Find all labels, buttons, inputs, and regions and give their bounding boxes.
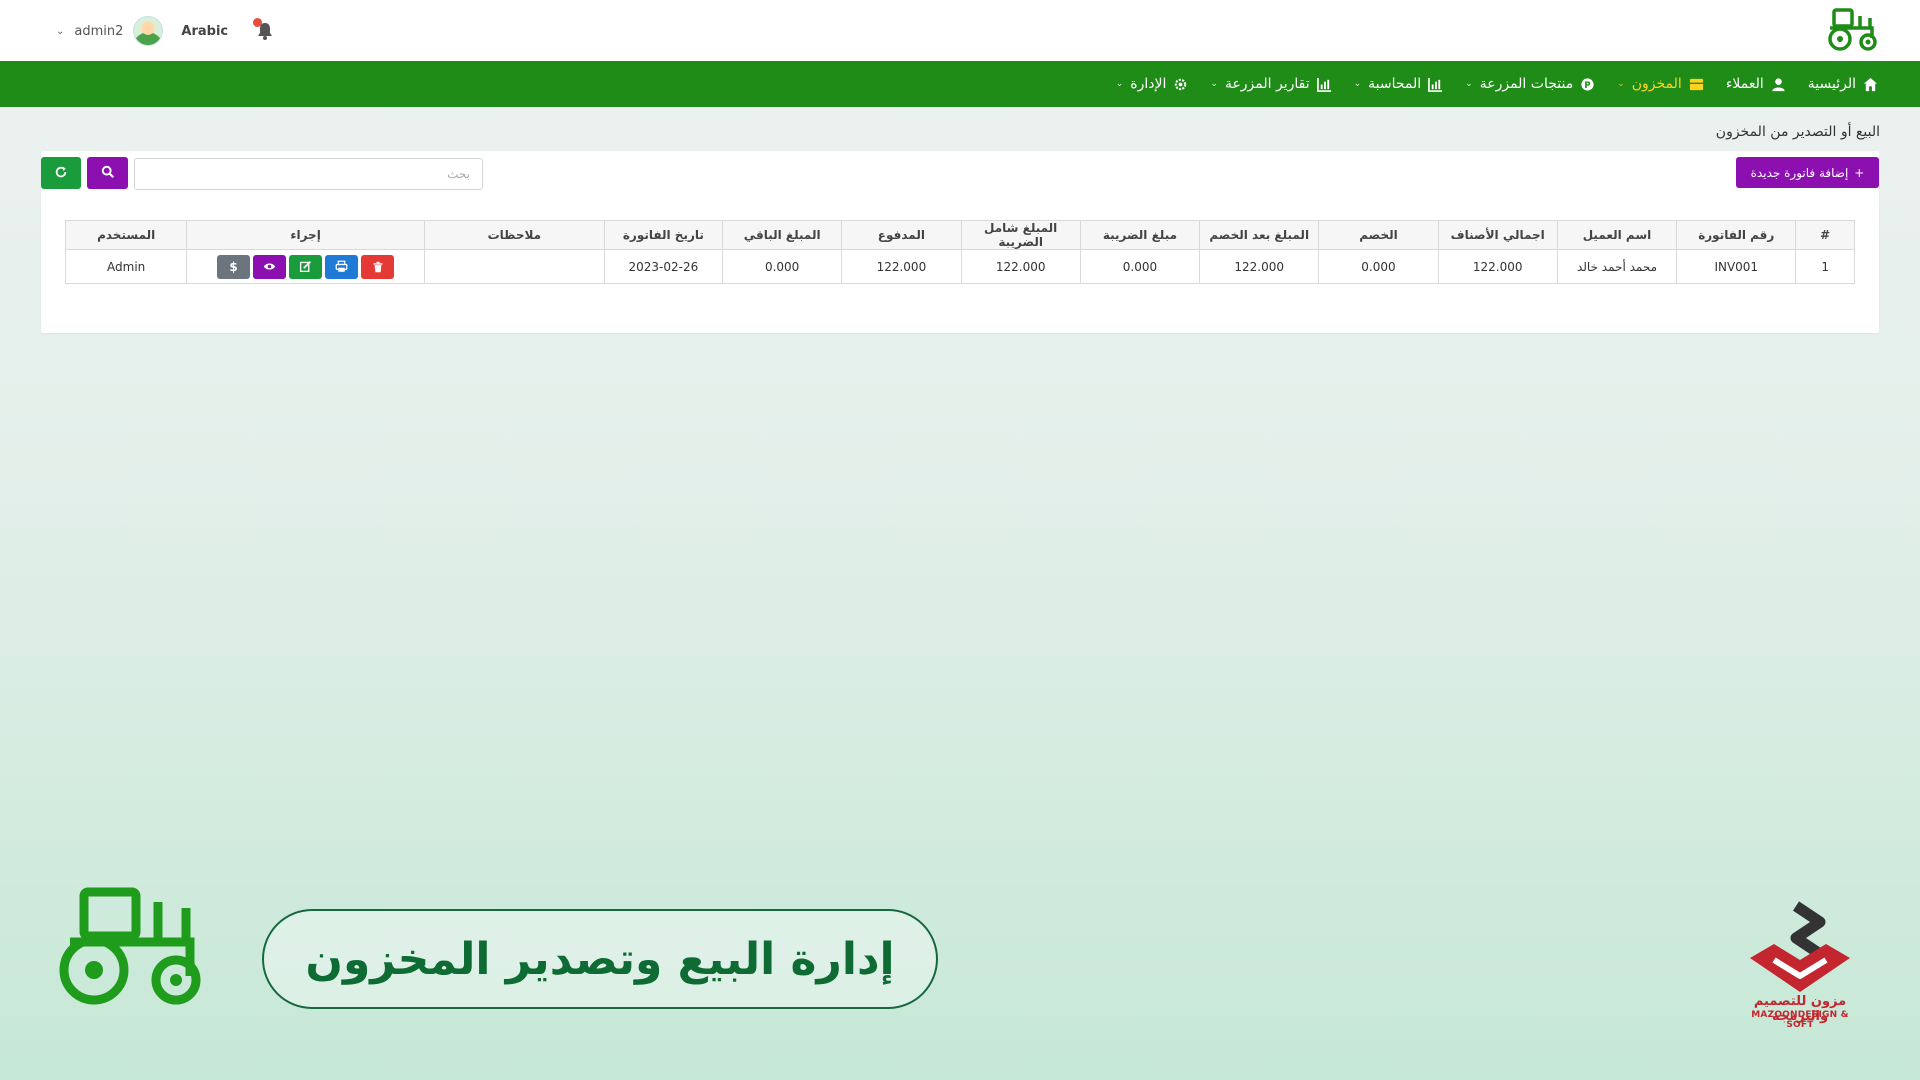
chevron-down-icon: ⌄ — [1115, 79, 1124, 89]
cell-paid: 122.000 — [841, 249, 962, 284]
nav-label: منتجات المزرعة — [1479, 76, 1574, 92]
nav-item-accounting[interactable]: المحاسبة ⌄ — [1354, 76, 1444, 92]
nav-item-customers[interactable]: العملاء — [1726, 76, 1786, 92]
cell-remaining: 0.000 — [721, 249, 843, 284]
column-header[interactable]: المبلغ الباقي — [721, 220, 843, 250]
cell-tax: 0.000 — [1079, 249, 1201, 284]
company-name-english: MAZOONDESIGN & SOFT — [1751, 1010, 1849, 1030]
payment-button[interactable]: $ — [217, 254, 251, 279]
avatar[interactable] — [133, 16, 164, 46]
nav-item-administration[interactable]: الإدارة ⌄ — [1116, 76, 1189, 92]
column-header[interactable]: المستخدم — [64, 220, 188, 250]
chevron-down-icon: ⌄ — [1617, 79, 1625, 89]
print-icon — [335, 260, 348, 272]
user-name[interactable]: admin2 — [74, 24, 123, 39]
product-icon: P — [1581, 77, 1594, 91]
cell-date: 2023-02-26 — [603, 249, 724, 284]
cell-notes — [423, 249, 605, 284]
column-header[interactable]: ملاحظات — [423, 220, 605, 250]
nav-label: الرئيسية — [1807, 76, 1856, 92]
user-icon — [1772, 77, 1785, 91]
nav-item-farm-products[interactable]: P منتجات المزرعة ⌄ — [1465, 76, 1595, 92]
cell-customer: محمد أحمد خالد — [1556, 249, 1678, 284]
cell-total-items: 122.000 — [1437, 249, 1558, 284]
tractor-logo-icon[interactable] — [1826, 6, 1880, 52]
trash-icon — [373, 261, 383, 272]
column-header[interactable]: المبلغ شامل الضريبة — [960, 220, 1081, 250]
cell-actions: $ — [186, 249, 425, 284]
refresh-button[interactable] — [41, 157, 81, 189]
print-button[interactable] — [325, 254, 359, 279]
user-menu[interactable]: ⌄ admin2 Arabic — [56, 14, 276, 48]
add-invoice-button[interactable]: + إضافة فاتورة جديدة — [1736, 157, 1879, 188]
column-header[interactable]: اسم العميل — [1556, 220, 1678, 250]
svg-text:P: P — [1585, 79, 1591, 89]
plus-icon: + — [1854, 165, 1865, 180]
column-header: إجراء — [186, 220, 425, 250]
chevron-down-icon[interactable]: ⌄ — [56, 26, 64, 37]
view-button[interactable] — [253, 254, 287, 279]
box-icon — [1689, 78, 1703, 90]
chevron-down-icon: ⌄ — [1465, 79, 1473, 89]
edit-button[interactable] — [289, 254, 323, 279]
column-header[interactable]: # — [1795, 220, 1855, 250]
cell-user: Admin — [64, 249, 188, 284]
column-header[interactable]: مبلغ الضريبة — [1079, 220, 1201, 250]
edit-icon — [300, 260, 312, 273]
cell-index: 1 — [1795, 249, 1855, 284]
nav-label: المحاسبة — [1368, 76, 1422, 92]
home-icon — [1863, 77, 1878, 91]
nav-label: العملاء — [1725, 76, 1764, 92]
column-header[interactable]: رقم الفاتورة — [1676, 220, 1797, 250]
search-button[interactable] — [87, 157, 128, 189]
main-nav: الرئيسية العملاء المخزون ⌄ P منتجات المز… — [0, 61, 1920, 107]
column-header[interactable]: المبلغ بعد الخصم — [1199, 220, 1320, 250]
nav-label: المخزون — [1631, 76, 1682, 92]
notification-button[interactable] — [253, 18, 276, 42]
search-input[interactable] — [134, 158, 483, 190]
nav-label: تقارير المزرعة — [1224, 76, 1310, 92]
nav-item-farm-reports[interactable]: تقارير المزرعة ⌄ — [1210, 76, 1331, 92]
nav-item-inventory[interactable]: المخزون ⌄ — [1617, 76, 1704, 92]
eye-icon — [263, 263, 276, 270]
invoices-table: # رقم الفاتورة اسم العميل اجمالي الأصناف… — [64, 220, 1855, 284]
cell-after-discount: 122.000 — [1199, 249, 1320, 284]
chart-icon — [1316, 77, 1331, 92]
nav-item-home[interactable]: الرئيسية — [1808, 76, 1878, 92]
column-header[interactable]: المدفوع — [841, 220, 962, 250]
language-switch[interactable]: Arabic — [181, 24, 228, 39]
tractor-icon — [59, 887, 201, 1005]
nav-label: الإدارة — [1130, 76, 1167, 92]
refresh-icon — [55, 166, 67, 177]
search-icon — [101, 165, 114, 178]
cell-invoice: INV001 — [1676, 249, 1797, 284]
table-row: 1 INV001 محمد أحمد خالد 122.000 0.000 12… — [64, 249, 1855, 284]
feature-banner: إدارة البيع وتصدير المخزون — [262, 909, 938, 1009]
top-header: ⌄ admin2 Arabic — [0, 0, 1920, 61]
add-invoice-label: إضافة فاتورة جديدة — [1750, 165, 1849, 180]
table-header-row: # رقم الفاتورة اسم العميل اجمالي الأصناف… — [64, 220, 1855, 250]
gear-icon — [1175, 78, 1187, 90]
delete-button[interactable] — [361, 254, 395, 279]
column-header[interactable]: الخصم — [1318, 220, 1439, 250]
chevron-down-icon: ⌄ — [1353, 79, 1362, 89]
cell-discount: 0.000 — [1318, 249, 1439, 284]
column-header[interactable]: اجمالي الأصناف — [1437, 220, 1558, 250]
dollar-icon: $ — [229, 259, 238, 274]
row-actions: $ — [217, 254, 395, 279]
cell-with-tax: 122.000 — [960, 249, 1081, 284]
page-title: البيع أو التصدير من المخزون — [1715, 124, 1880, 140]
column-header[interactable]: تاريخ الفاتورة — [603, 220, 724, 250]
chart-icon — [1428, 77, 1443, 92]
chevron-down-icon: ⌄ — [1210, 79, 1218, 89]
